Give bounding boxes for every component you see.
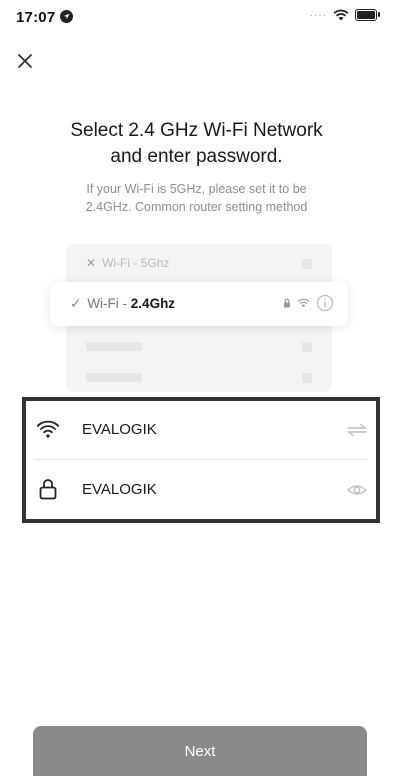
close-icon	[18, 54, 32, 68]
illustration-placeholder	[302, 373, 312, 383]
illustration-24g-network: ✓ Wi-Fi - 2.4Ghz	[50, 282, 348, 326]
illustration-placeholder	[302, 342, 312, 352]
check-icon: ✓	[70, 296, 82, 311]
location-icon	[60, 10, 73, 23]
cross-icon: ✕	[86, 256, 97, 270]
subtitle-line-1: If your Wi-Fi is 5GHz, please set it to …	[86, 182, 307, 196]
signal-icon: ····	[309, 10, 327, 21]
wifi-status-icon	[333, 9, 349, 20]
password-value: EVALOGIK	[82, 481, 157, 498]
wifi-credentials-form: EVALOGIK EVALOGIK	[22, 397, 380, 523]
wifi-small-icon	[297, 298, 310, 308]
next-button[interactable]: Next	[33, 726, 367, 776]
close-button[interactable]	[14, 50, 38, 74]
status-time: 17:07	[16, 9, 56, 26]
page-subtitle: If your Wi-Fi is 5GHz, please set it to …	[0, 180, 393, 216]
wifi-icon	[36, 420, 60, 438]
wifi-name-value: EVALOGIK	[82, 421, 157, 438]
field-divider	[34, 459, 368, 460]
battery-icon	[355, 8, 380, 21]
subtitle-line-2: 2.4GHz. Common router setting method	[85, 200, 308, 214]
illustration-placeholder	[86, 342, 142, 351]
illustration-placeholder	[86, 373, 142, 382]
status-bar: 17:07 ····	[0, 0, 393, 32]
wifi-name-field[interactable]: EVALOGIK	[26, 401, 376, 459]
eye-icon[interactable]	[346, 481, 368, 499]
info-icon	[316, 294, 334, 312]
illustration-placeholder	[302, 259, 312, 269]
password-field[interactable]: EVALOGIK	[26, 461, 376, 519]
page-title: Select 2.4 GHz Wi-Fi Network and enter p…	[70, 120, 323, 167]
illustration-5g-network: ✕ Wi-Fi - 5Ghz	[86, 256, 170, 270]
switch-network-icon[interactable]	[346, 421, 368, 439]
lock-icon	[39, 479, 57, 500]
lock-small-icon	[284, 298, 290, 308]
